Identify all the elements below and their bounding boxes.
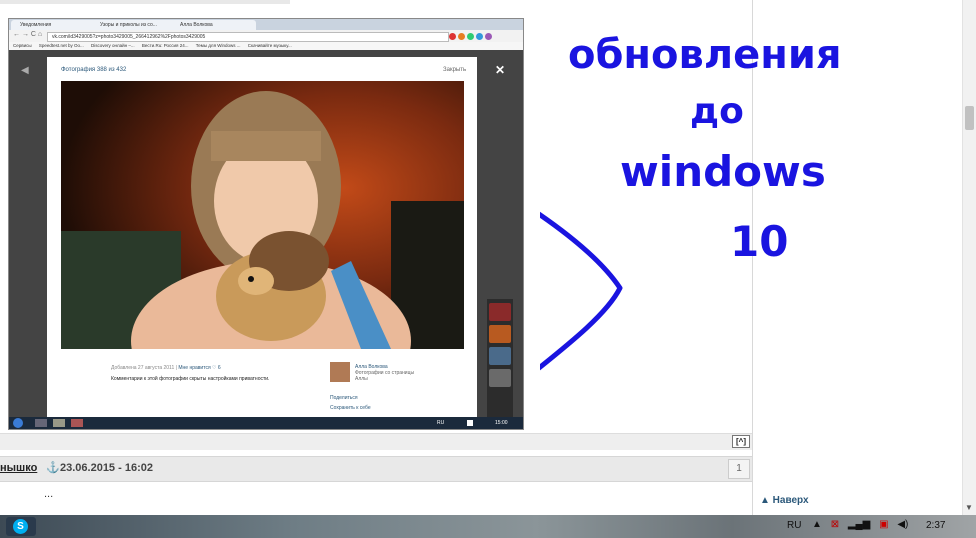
bookmark[interactable]: Discovery онлайн –... [91,43,135,48]
embedded-taskbar: RU 15:00 [9,417,523,429]
scroll-down-arrow-icon[interactable]: ▼ [962,500,976,515]
annotation-line: windows [620,147,826,196]
added-date: Добавлена 27 августа 2011 [111,365,175,371]
comments-hidden-note: Комментарии к этой фотографии скрыты нас… [111,376,270,382]
start-orb-icon[interactable] [13,418,23,428]
bookmark[interactable]: Вести.Ru: Россия 24... [142,43,189,48]
update-icon[interactable]: ▣ [879,519,888,530]
bookmark[interactable]: Сервисы [13,43,32,48]
network-error-icon[interactable]: ⊠ [831,519,839,530]
volume-icon[interactable]: ◀) [897,519,908,530]
post-body: ... [44,488,54,500]
top-strip [0,0,290,4]
owner-avatar[interactable] [330,362,350,382]
browser-tab[interactable]: Уведомления [11,20,96,30]
browser-tab[interactable]: Узоры и приколы из со... [91,20,176,30]
page-scrollbar[interactable] [962,0,976,515]
browser-tab-bar: Уведомления Узоры и приколы из со... Алл… [9,19,523,30]
nav-arrows-icon[interactable]: ← → C ⌂ [13,31,42,38]
annotation-line: до [690,91,744,132]
anchor-icon[interactable]: ⚓ [46,461,60,474]
embedded-lang: RU [437,420,445,426]
photo-meta: Добавлена 27 августа 2011 | Мне нравится… [111,365,221,371]
embedded-clock: 15:00 [495,420,508,426]
reply-bar [0,433,752,450]
taskbar-app-icon[interactable] [53,419,65,427]
browser-tab[interactable]: Алла Волкова [171,20,256,30]
post-number[interactable]: 1 [728,459,750,479]
thumbnail[interactable] [489,303,511,321]
taskbar-app-icon[interactable] [35,419,47,427]
photo-image [61,81,464,349]
thumbnail[interactable] [489,369,511,387]
windows10-tray-icon[interactable] [467,420,473,426]
language-indicator[interactable]: RU [787,520,801,531]
owner-photos-link[interactable]: Фотографии со страницы Аллы [355,370,425,382]
post-date: 23.06.2015 - 16:02 [60,462,153,474]
thumbnail[interactable] [489,347,511,365]
owner-info: Алла Волкова Фотографии со страницы Аллы [355,364,425,382]
post-author[interactable]: нышко [0,462,37,474]
signal-icon[interactable]: ▂▄▆ [848,519,870,530]
annotation-line: 10 [730,217,788,266]
scrollbar-thumb[interactable] [965,106,974,130]
main-photo[interactable] [61,81,464,349]
bookmark[interactable]: Speedtest.net by Oo... [39,43,84,48]
handwritten-annotation: обновления до windows 10 [540,32,842,371]
tray-expand-icon[interactable]: ▲ [812,519,822,530]
close-viewer-icon[interactable]: ✕ [495,63,505,77]
thumbnail[interactable] [489,325,511,343]
like-link[interactable]: Мне нравится ♡ 6 [178,365,220,371]
system-tray: ▲ ⊠ ▂▄▆ ▣ ◀) [812,519,908,530]
prev-photo-icon[interactable]: ◀ [21,65,29,76]
photo-counter: Фотография 388 из 432 [61,67,127,73]
annotation-line: обновления [568,32,842,78]
bookmark[interactable]: Скачивайте музыку... [248,43,292,48]
embedded-screenshot[interactable]: Уведомления Узоры и приколы из со... Алл… [8,18,524,430]
photo-thumbnails [487,299,513,417]
save-link[interactable]: Сохранить к себе [330,405,371,411]
skype-icon[interactable]: S [13,519,28,534]
taskbar-clock[interactable]: 2:37 [926,520,945,531]
quote-reply-button[interactable]: [^] [732,435,750,448]
annotation-arrow [540,211,623,371]
bookmarks-bar: Сервисы Speedtest.net by Oo... Discovery… [9,42,523,50]
bookmark[interactable]: Темы для Windows ... [196,43,241,48]
close-link[interactable]: Закрыть [443,67,466,73]
back-to-top-link[interactable]: ▲ Наверх [760,495,809,506]
share-link[interactable]: Поделиться [330,395,358,401]
extension-icons[interactable] [449,31,519,41]
taskbar-app-icon[interactable] [71,419,83,427]
address-bar[interactable]: vk.com/id3429005?z=photo3429005_26641296… [47,32,449,42]
